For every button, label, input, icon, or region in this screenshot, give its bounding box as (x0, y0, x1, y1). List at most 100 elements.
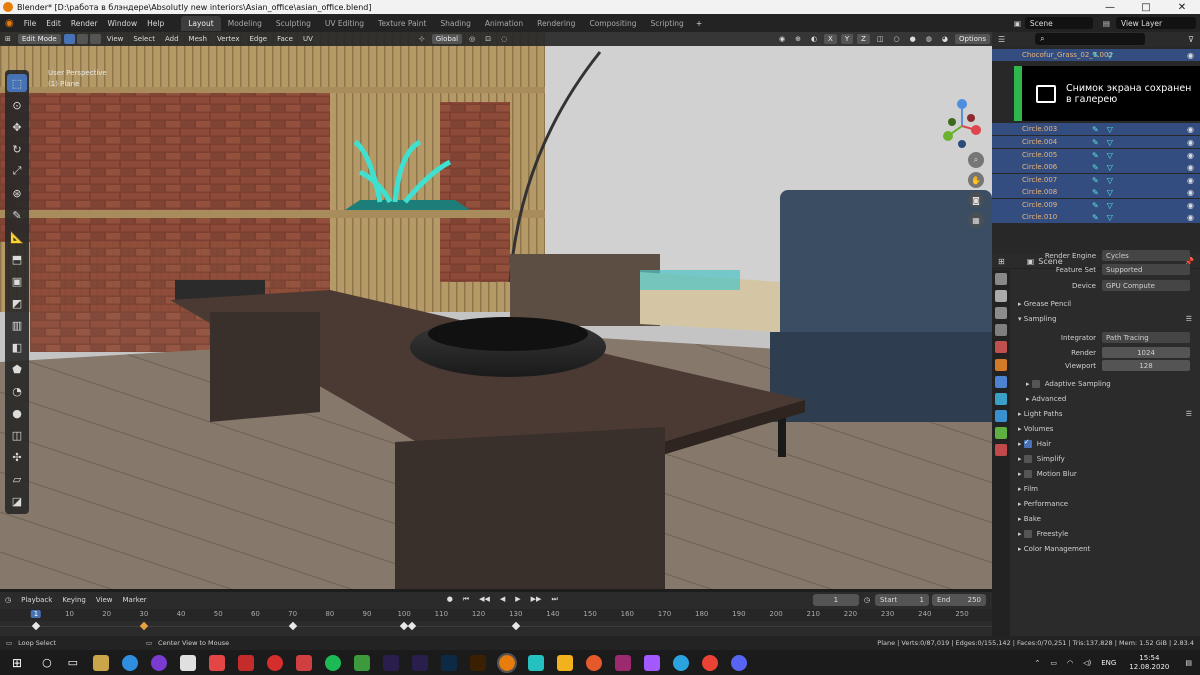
mesh-data-icon[interactable]: ▽ (1107, 151, 1113, 160)
poly-build-icon[interactable]: ⬟ (7, 360, 27, 378)
app-android-icon[interactable] (353, 654, 370, 671)
app-3dsmax-icon[interactable] (527, 654, 544, 671)
rotate-icon[interactable]: ↻ (7, 140, 27, 158)
outliner-row[interactable]: Circle.009 ✎ ▽ ◉ (992, 199, 1200, 211)
viewport-menu-face[interactable]: Face (272, 35, 298, 43)
preview-range-icon[interactable]: ◷ (859, 596, 875, 604)
maximize-button[interactable]: □ (1128, 2, 1164, 13)
eye-icon[interactable]: ◉ (1187, 151, 1194, 160)
panel-volumes[interactable]: ▸ Volumes (1010, 421, 1200, 436)
pivot-icon[interactable]: ◎ (464, 35, 480, 43)
shrink-icon[interactable]: ✣ (7, 448, 27, 466)
blender-menu-icon[interactable]: ◉ (0, 18, 19, 29)
task-view-icon[interactable]: ▭ (68, 656, 78, 669)
app-blender-icon[interactable] (496, 652, 517, 673)
render-engine-select[interactable]: Cycles (1102, 250, 1190, 261)
properties-editor-icon[interactable]: ⊞ (998, 257, 1005, 266)
tray-chevron-icon[interactable]: ⌃ (1034, 659, 1040, 667)
screenshot-toast[interactable]: Снимок экрана сохранен в галерею (1014, 66, 1200, 121)
viewport-menu-view[interactable]: View (102, 35, 129, 43)
panel-sampling[interactable]: ▾ Sampling ☰ (1010, 311, 1200, 326)
tab-sculpting[interactable]: Sculpting (269, 16, 318, 31)
outliner-row[interactable]: Circle.004 ✎ ▽ ◉ (992, 136, 1200, 148)
editor-type-icon[interactable]: ⊞ (0, 35, 16, 43)
render-samples-field[interactable]: 1024 (1102, 347, 1190, 358)
loop-cut-icon[interactable]: ▥ (7, 316, 27, 334)
eye-icon[interactable]: ◉ (1187, 163, 1194, 172)
clock[interactable]: 15:54 12.08.2020 (1129, 654, 1169, 672)
light-paths-presets-icon[interactable]: ☰ (1186, 410, 1192, 418)
transform-icon[interactable]: ⊛ (7, 184, 27, 202)
scale-icon[interactable]: ⤢ (7, 162, 27, 180)
vertex-select-button[interactable] (63, 34, 75, 44)
outliner-row[interactable]: Circle.007 ✎ ▽ ◉ (992, 174, 1200, 186)
3d-viewport[interactable]: ⊞ Edit Mode View Select Add Mesh Vertex … (0, 32, 992, 589)
search-icon[interactable]: ○ (42, 656, 52, 669)
options-button[interactable]: Options (954, 34, 990, 44)
next-key-icon[interactable]: ▶▶ (526, 595, 547, 604)
xray-icon[interactable]: ◫ (872, 35, 889, 43)
wireframe-shading-icon[interactable]: ○ (889, 35, 905, 43)
shear-icon[interactable]: ▱ (7, 470, 27, 488)
properties-editor[interactable]: ⊞ ▣ Scene 📌 Render Engine Cycles Feature… (992, 250, 1200, 636)
mesh-data-icon[interactable]: ▽ (1107, 176, 1113, 185)
outliner-row[interactable]: Circle.003 ✎ ▽ ◉ (992, 123, 1200, 135)
timeline-editor-type-icon[interactable]: ◷ (0, 596, 16, 604)
app-mine-icon[interactable] (266, 654, 283, 671)
particles-tab-icon[interactable] (995, 392, 1007, 405)
timeline-menu-marker[interactable]: Marker (117, 596, 151, 604)
app-gem-icon[interactable] (295, 654, 312, 671)
viewport-menu-select[interactable]: Select (128, 35, 160, 43)
integrator-select[interactable]: Path Tracing (1102, 332, 1190, 343)
panel-simplify[interactable]: ▸ Simplify (1010, 451, 1200, 466)
orientation-selector[interactable]: Global (431, 34, 463, 44)
panel-adaptive-sampling[interactable]: ▸ Adaptive Sampling (1010, 376, 1200, 391)
edge-slide-icon[interactable]: ◫ (7, 426, 27, 444)
app-ruby-icon[interactable] (237, 654, 254, 671)
axis-x-toggle[interactable]: X (824, 34, 837, 44)
data-tab-icon[interactable] (995, 427, 1007, 440)
panel-freestyle[interactable]: ▸ Freestyle (1010, 526, 1200, 541)
outliner-row[interactable]: Circle.008 ✎ ▽ ◉ (992, 186, 1200, 198)
timeline-editor[interactable]: ◷ Playback Keying View Marker ● ⏮ ◀◀ ◀ ▶… (0, 592, 992, 636)
app-spotify-icon[interactable] (324, 654, 341, 671)
edge-select-button[interactable] (76, 34, 88, 44)
gizmo-icon[interactable]: ⊕ (790, 35, 806, 43)
panel-bake[interactable]: ▸ Bake (1010, 511, 1200, 526)
modifier-wrench-icon[interactable]: ✎ (1092, 188, 1099, 197)
panel-advanced[interactable]: ▸ Advanced (1010, 391, 1200, 406)
smooth-icon[interactable]: ● (7, 404, 27, 422)
mode-selector[interactable]: Edit Mode (17, 34, 61, 44)
filter-icon[interactable]: ⊽ (1188, 35, 1194, 44)
tab-layout[interactable]: Layout (181, 15, 221, 31)
motion-blur-checkbox[interactable] (1023, 469, 1032, 478)
viewport-menu-mesh[interactable]: Mesh (184, 35, 212, 43)
scene-tab-icon[interactable] (995, 341, 1007, 354)
snap-icon[interactable]: ⊡ (480, 35, 496, 43)
outliner-row[interactable]: Circle.005 ✎ ▽ ◉ (992, 149, 1200, 161)
keyframe-marker[interactable] (139, 621, 149, 631)
modifier-wrench-icon[interactable]: ✎ (1092, 51, 1099, 60)
timeline-keyframes[interactable] (0, 621, 992, 633)
modifier-wrench-icon[interactable]: ✎ (1092, 138, 1099, 147)
output-tab-icon[interactable] (995, 306, 1007, 319)
simplify-checkbox[interactable] (1023, 454, 1032, 463)
eye-icon[interactable]: ◉ (1187, 176, 1194, 185)
perspective-toggle-icon[interactable]: ▦ (968, 212, 984, 228)
mesh-data-icon[interactable]: ▽ (1107, 163, 1113, 172)
eye-icon[interactable]: ◉ (1187, 201, 1194, 210)
eye-icon[interactable]: ◉ (1187, 188, 1194, 197)
prev-key-icon[interactable]: ◀◀ (474, 595, 495, 604)
tab-uv-editing[interactable]: UV Editing (318, 16, 371, 31)
modifier-wrench-icon[interactable]: ✎ (1092, 213, 1099, 222)
tab-scripting[interactable]: Scripting (643, 16, 690, 31)
eye-icon[interactable]: ◉ (1187, 213, 1194, 222)
panel-performance[interactable]: ▸ Performance (1010, 496, 1200, 511)
panel-color-management[interactable]: ▸ Color Management (1010, 541, 1200, 556)
menu-edit[interactable]: Edit (41, 19, 66, 28)
outliner-row[interactable]: Chocofur_Grass_02_7.002 ✎ ▽ ◉ (992, 49, 1200, 61)
mesh-data-icon[interactable]: ▽ (1107, 201, 1113, 210)
rip-icon[interactable]: ◪ (7, 492, 27, 510)
knife-icon[interactable]: ◧ (7, 338, 27, 356)
spin-icon[interactable]: ◔ (7, 382, 27, 400)
